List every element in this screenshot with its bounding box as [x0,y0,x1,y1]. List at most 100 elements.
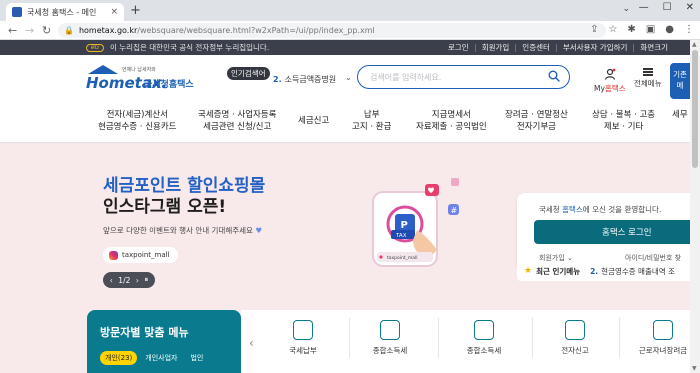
bookmark-star-icon[interactable]: ☆ [608,24,617,35]
nav-item-certificates[interactable]: 국세증명 · 사업자등록 세금관련 신청/신고 [198,109,277,133]
nav-item-line1: 세금신고 [298,116,330,126]
hometax-login-button[interactable]: 홈택스 로그인 [534,220,690,244]
scroll-down-icon[interactable]: ▼ [692,365,697,372]
nav-item-line1: 납부 [363,110,380,120]
welcome-post: 에 오신 것을 환영합니다. [582,205,662,214]
nav-item-e-invoice[interactable]: 전자(세금)계산서 현금영수증 · 신용카드 [98,109,177,133]
egov-top-strip: eG 이 누리집은 대한민국 공식 전자정부 누리집입니다. 로그인 회원가입 … [0,40,690,55]
url-field[interactable]: 🔒 hometax.go.kr/websquare/websquare.html… [58,23,606,38]
tab-title: 국세청 홈택스 - 메인 [27,7,97,17]
scroll-thumb[interactable] [692,50,698,168]
nav-item-line2: 세금관련 신청/신고 [203,122,272,132]
popular-menu-text: 현금영수증 매출내역 조 [601,266,675,276]
promo-title[interactable]: 세금포인트 할인쇼핑몰 인스타그램 오픈! [103,176,265,218]
browser-tab[interactable]: 국세청 홈택스 - 메인 × [6,3,124,21]
all-menu-button[interactable]: 전체메뉴 [634,68,662,89]
tab-corporation[interactable]: 법인 [185,351,208,365]
quick-item-label: 근로자녀장려금 [638,346,688,355]
quick-item-child-incentive[interactable]: 근로자녀장려금 [633,320,693,356]
my-hometax-button[interactable]: My홈택스 [594,68,626,94]
tax-payment-icon [293,320,313,340]
tab-close-icon[interactable]: × [110,7,118,17]
divider [532,318,533,358]
handshake-icon [565,320,585,340]
extensions-icon[interactable]: ✱ [627,24,635,35]
top-link-screen-size[interactable]: 화면크기 [633,43,674,52]
quick-item-tax-payment[interactable]: 국세납부 [273,320,333,356]
quick-item-income-tax-1[interactable]: 종합소득세 [360,320,420,356]
top-link-cert-center[interactable]: 인증센터 [515,43,556,52]
banner-pager: ‹ 1/2 › ⏸ [103,272,155,288]
divider [349,318,350,358]
nav-item-payment[interactable]: 납부 고지 · 환급 [352,109,391,133]
url-host: hometax.go.kr [78,26,138,35]
search-icon[interactable] [548,70,560,82]
popular-menu-item[interactable]: 2. 현금영수증 매출내역 조 [590,266,675,277]
chevron-left-icon[interactable]: ‹ [249,336,254,350]
popular-search-term[interactable]: 2. 소득금액증명원 [273,74,336,85]
window-controls: — ☐ ✕ [639,2,694,13]
nav-item-consultation[interactable]: 상담 · 불복 · 고충 제보 · 기타 [592,109,655,133]
tab-individual[interactable]: 개인(23) [100,351,138,365]
profile-icon[interactable]: ● [665,24,674,35]
my-hometax-suffix: 홈택스 [604,84,626,93]
site-header: 언제나 납세자와 Hometax. 국세청홈택스 인기검색어 2. 소득금액증명원… [0,55,690,103]
url-path: /websquare/websquare.html?w2xPath=/ui/pp… [137,26,375,35]
legacy-menu-tab[interactable]: 기존 메 [670,63,690,99]
welcome-highlight: 홈택스 [562,205,583,214]
pager-next-icon[interactable]: › [136,276,139,285]
reload-icon[interactable]: ↻ [42,24,51,37]
nav-item-incentives[interactable]: 장려금 · 연말정산 전자기부금 [505,109,568,133]
top-link-signup[interactable]: 회원가입 [474,43,516,52]
pager-pause-icon[interactable]: ⏸ [144,275,148,285]
browser-menu-icon[interactable]: ⋮ [684,24,694,35]
nav-item-line2: 제보 · 기타 [603,122,644,132]
quick-item-income-tax-2[interactable]: 종합소득세 [454,320,514,356]
window-close-icon[interactable]: ✕ [686,2,694,13]
top-link-dept-user[interactable]: 부서사용자 가입하기 [555,43,633,52]
instagram-handle: taxpoint_mall [122,251,170,259]
main-navigation: 전자(세금)계산서 현금영수증 · 신용카드 국세증명 · 사업자등록 세금관련… [0,103,690,143]
pager-prev-icon[interactable]: ‹ [110,276,113,285]
tab-sole-proprietor[interactable]: 개인사업자 [140,351,182,365]
chevron-down-icon[interactable]: ⌄ [345,73,352,82]
egov-notice-text: 이 누리집은 대한민국 공식 전자정부 누리집입니다. [110,43,270,52]
user-icon [604,68,616,80]
quick-item-label: 종합소득세 [372,346,408,355]
my-hometax-prefix: My [594,84,605,93]
welcome-pre: 국세청 [539,205,563,214]
all-menu-label: 전체메뉴 [634,79,662,88]
sidepanel-icon[interactable]: ▣ [646,24,655,35]
nav-item-line2: 자료제출 · 공익법인 [416,122,487,132]
illus-instagram-handle: taxpoint_mall [387,255,418,261]
divider [438,318,439,358]
maximize-icon[interactable]: ☐ [663,2,672,13]
forward-icon[interactable]: → [25,24,34,37]
popular-search-badge: 인기검색어 [227,67,270,80]
hometax-logo[interactable]: 언제나 납세자와 Hometax. 국세청홈택스 [86,65,206,95]
lock-icon[interactable]: 🔒 [64,26,74,35]
back-icon[interactable]: ← [8,24,17,37]
search-input[interactable] [370,72,540,82]
share-icon[interactable]: ⇪ [590,24,598,35]
nav-item-tax-agent[interactable]: 세무 [672,109,688,121]
legacy-menu-line1: 기존 [673,70,687,79]
page-scrollbar[interactable]: ▲ ▼ [690,40,700,373]
minimize-icon[interactable]: — [639,2,649,13]
svg-text:P: P [401,220,408,231]
heart-icon: ♥ [255,226,263,235]
top-utility-links: 로그인 회원가입 인증센터 부서사용자 가입하기 화면크기 [442,40,674,55]
quick-item-label: 국세납부 [289,346,317,355]
visitor-menu-title: 방문자별 맞춤 메뉴 [100,326,189,339]
address-bar: ← → ↻ 🔒 hometax.go.kr/websquare/websquar… [0,21,700,40]
egov-logo-icon: eG [86,43,104,52]
nav-item-tax-filing[interactable]: 세금신고 [298,115,329,127]
quick-item-e-filing[interactable]: 전자신고 [545,320,605,356]
top-link-login[interactable]: 로그인 [442,43,475,52]
instagram-link[interactable]: taxpoint_mall [103,247,178,263]
new-tab-icon[interactable]: + [130,3,141,18]
scroll-up-icon[interactable]: ▲ [692,41,697,48]
tab-search-icon[interactable]: ⌄ [622,4,630,14]
recent-popular-menu: ★ 최근 인기메뉴 2. 현금영수증 매출내역 조 [517,261,690,281]
nav-item-payment-statement[interactable]: 지급명세서 자료제출 · 공익법인 [416,109,487,133]
